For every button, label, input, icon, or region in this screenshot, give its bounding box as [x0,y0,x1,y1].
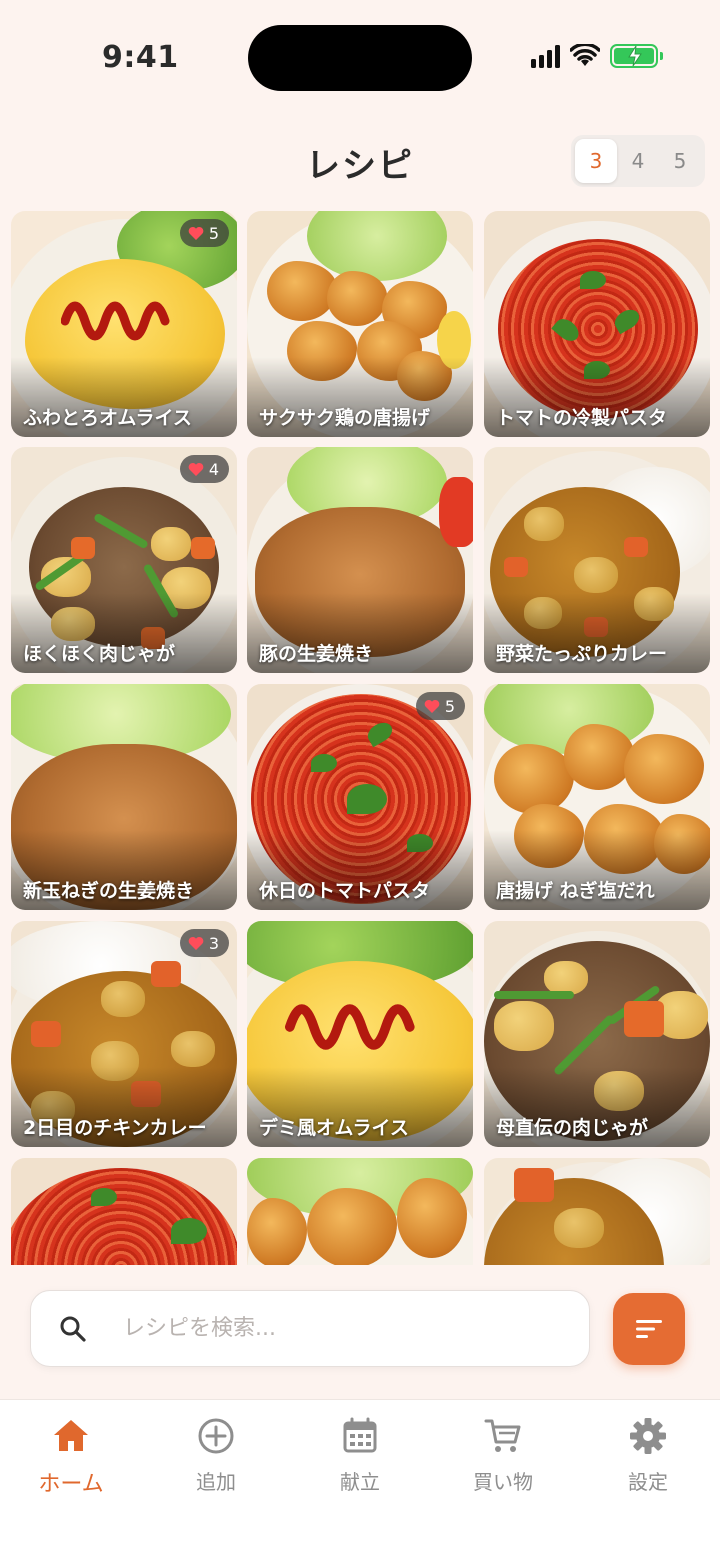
tab-menu-plan[interactable]: 献立 [300,1416,420,1495]
recipe-name: サクサク鶏の唐揚げ [259,407,431,429]
tab-label: 献立 [340,1470,380,1494]
wifi-icon [570,44,600,66]
tab-add[interactable]: 追加 [156,1416,276,1495]
battery-charging-icon [610,44,663,68]
status-icons [531,44,663,68]
cart-icon [484,1419,521,1452]
like-count: 5 [444,696,455,716]
heart-icon [424,699,440,713]
recipe-name: 休日のトマトパスタ [259,880,431,902]
recipe-card[interactable]: トマトの冷製パスタ [484,211,710,437]
column-count-selector: 3 4 5 [571,135,705,187]
tab-home[interactable]: ホーム [11,1416,131,1498]
column-option-5[interactable]: 5 [659,139,701,183]
home-icon [54,1420,88,1451]
heart-icon [188,462,204,476]
tab-shopping[interactable]: 買い物 [443,1416,563,1495]
recipe-name: トマトの冷製パスタ [496,407,668,429]
search-icon [60,1316,86,1342]
tab-label: ホーム [38,1472,104,1497]
recipe-card[interactable]: サクサク鶏の唐揚げ [247,211,473,437]
calendar-icon [343,1417,377,1453]
recipe-card[interactable]: 野菜たっぷりカレー [484,447,710,673]
status-bar: 9:41 [0,0,720,110]
recipe-name: デミ風オムライス [259,1117,409,1139]
dynamic-island [248,25,472,91]
recipe-card[interactable]: デミ風オムライス [247,921,473,1147]
recipe-card[interactable]: 3 2日目のチキンカレー [11,921,237,1147]
heart-icon [188,936,204,950]
tab-label: 追加 [196,1470,236,1494]
search-input[interactable] [123,1316,503,1341]
recipe-card[interactable] [247,1158,473,1265]
tab-settings[interactable]: 設定 [588,1416,708,1495]
column-option-3[interactable]: 3 [575,139,617,183]
status-time: 9:41 [102,40,179,75]
recipe-card[interactable] [11,1158,237,1265]
tab-label: 買い物 [473,1470,533,1494]
recipe-name: ふわとろオムライス [23,407,192,429]
recipe-name: 豚の生姜焼き [259,643,374,665]
search-box [30,1290,590,1367]
recipe-name: ほくほく肉じゃが [23,643,176,665]
heart-icon [188,226,204,240]
recipe-name: 唐揚げ ねぎ塩だれ [496,880,655,902]
recipe-card[interactable]: 5 ふわとろオムライス [11,211,237,437]
recipe-name: 新玉ねぎの生姜焼き [23,880,195,902]
recipe-name: 母直伝の肉じゃが [496,1117,649,1139]
recipe-card[interactable]: 豚の生姜焼き [247,447,473,673]
recipe-card[interactable]: 5 休日のトマトパスタ [247,684,473,910]
tab-label: 設定 [628,1470,668,1494]
like-count: 3 [208,933,219,953]
column-option-4[interactable]: 4 [617,139,659,183]
tab-bar: ホーム 追加 献立 買い物 設定 [0,1399,720,1565]
recipe-name: 野菜たっぷりカレー [496,643,668,665]
gear-icon [630,1418,666,1454]
like-count: 5 [208,223,219,243]
recipe-name: 2日目のチキンカレー [23,1117,207,1139]
like-badge: 5 [415,692,465,720]
sort-icon [636,1320,662,1338]
recipe-grid: 5 ふわとろオムライス サクサク鶏の唐揚げ トマトの冷製パスタ 4 ほくほく肉じ… [0,211,720,1265]
recipe-card[interactable]: 母直伝の肉じゃが [484,921,710,1147]
like-badge: 4 [179,455,229,483]
like-count: 4 [208,459,219,479]
recipe-card[interactable]: 4 ほくほく肉じゃが [11,447,237,673]
cellular-signal-icon [531,44,560,68]
recipe-card[interactable]: 新玉ねぎの生姜焼き [11,684,237,910]
like-badge: 3 [179,929,229,957]
recipe-card[interactable] [484,1158,710,1265]
plus-circle-icon [198,1418,234,1454]
recipe-card[interactable]: 唐揚げ ねぎ塩だれ [484,684,710,910]
sort-button[interactable] [613,1293,685,1365]
like-badge: 5 [179,219,229,247]
